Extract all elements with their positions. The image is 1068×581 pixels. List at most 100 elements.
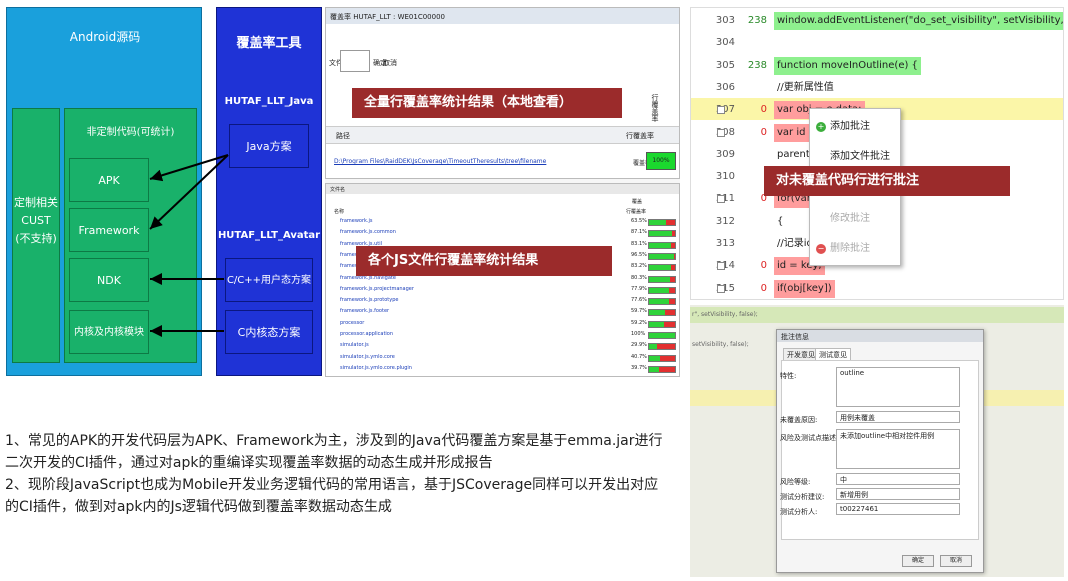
analyst-label: 测试分析人: <box>780 508 818 516</box>
file-row-name[interactable]: framework.js.projectmanager <box>340 286 414 292</box>
file-row-bar <box>648 219 676 226</box>
file-row-bar <box>648 252 676 260</box>
hit-count: 238 <box>747 15 767 26</box>
line-checkbox[interactable] <box>717 106 725 115</box>
coverage-column-header: 行覆盖率 <box>626 132 654 140</box>
risk-desc-textarea[interactable]: 未添加outline中相对控件用例 <box>836 429 960 469</box>
description-point-2: 2、现阶段JavaScript也成为Mobile开发业务逻辑代码的常用语言，基于… <box>5 477 659 515</box>
bg-code-text-1: r", setVisibility, false); <box>692 311 758 318</box>
coverage-bar: 100% <box>646 152 676 170</box>
line-number: 311 <box>715 193 735 205</box>
hit-count: 0 <box>760 193 767 205</box>
file-row-bar <box>648 354 676 362</box>
risk-desc-label: 风险及测试点描述: <box>780 434 839 442</box>
file-row-bar-fill <box>649 344 657 350</box>
line-number: 310 <box>715 171 735 183</box>
hit-count: 238 <box>747 59 767 71</box>
report-table-header: 路径 行覆盖率 <box>326 126 679 144</box>
file-row-bar <box>648 332 676 339</box>
file-row-coverage: 59.2% <box>631 319 647 326</box>
file-row-name[interactable]: simulator.js <box>340 342 369 348</box>
file-row-coverage: 87.1% <box>631 229 647 236</box>
file-row-name[interactable]: processor <box>340 320 364 326</box>
file-row-name[interactable]: framework.js <box>340 218 373 224</box>
feature-textarea[interactable]: outline <box>836 367 960 407</box>
file-row-bar-fill <box>649 355 660 361</box>
delete-icon: − <box>816 244 826 254</box>
file-row-name[interactable]: simulator.js.ymlo.core <box>340 354 395 360</box>
hit-count: 0 <box>760 260 767 272</box>
file-row-coverage: 59.7% <box>631 308 647 315</box>
file-row-coverage: 83.1% <box>631 240 647 247</box>
file-row-bar-fill <box>649 242 671 248</box>
code-text[interactable]: function moveInOutline(e) { <box>774 56 921 75</box>
file-row-bar-fill <box>649 220 666 225</box>
line-checkbox[interactable] <box>717 262 725 271</box>
hit-count: 0 <box>760 104 767 116</box>
files-ratio-header: 行覆盖率 <box>626 209 647 215</box>
line-checkbox[interactable] <box>717 284 725 293</box>
edit-annotation-item[interactable]: 修改批注 <box>830 209 870 224</box>
dialog-cancel-button[interactable]: 取消 <box>940 555 972 567</box>
line-checkbox[interactable] <box>717 128 725 137</box>
architecture-diagram: Android源码 定制相关 CUST (不支持) 非定制代码(可统计) APK… <box>6 7 322 376</box>
line-number: 312 <box>715 215 735 227</box>
file-row-bar <box>648 230 676 238</box>
file-row-bar-fill <box>649 333 675 338</box>
file-row-name[interactable]: framework.js.common <box>340 229 396 235</box>
full-coverage-banner: 全量行覆盖率统计结果（本地查看） <box>352 88 622 118</box>
risk-level-label: 风险等级: <box>780 478 811 486</box>
report-path-link[interactable]: D:\Program Files\RaidDEK\JsCoverage\Time… <box>334 158 546 165</box>
file-row-name[interactable]: framework.js.footer <box>340 308 389 314</box>
code-text[interactable]: { <box>774 213 786 231</box>
file-row-coverage: 77.9% <box>631 285 647 292</box>
description: 1、常见的APK的开发代码层为APK、Framework为主，涉及到的Java代… <box>5 430 670 518</box>
file-coverage-window: 文件名 覆盖 名称 行覆盖率 framework.js 63.5% framewor… <box>325 183 680 377</box>
code-text[interactable]: if(obj[key]) <box>774 279 835 298</box>
per-file-coverage-banner: 各个JS文件行覆盖率统计结果 <box>356 246 612 276</box>
files-coverage-header: 覆盖 <box>632 199 643 205</box>
file-row-coverage: 63.5% <box>631 218 647 224</box>
analysis-label: 测试分析建议: <box>780 493 825 501</box>
analysis-select[interactable]: 新增用例 <box>836 488 960 500</box>
coverage-report-panel: 覆盖率 HUTAF_LLT : WE01C00000 文件名 确定 取消 全量行… <box>325 7 680 377</box>
add-icon: + <box>816 122 826 132</box>
feature-label: 特性: <box>780 372 797 380</box>
description-point-1: 1、常见的APK的开发代码层为APK、Framework为主，涉及到的Java代… <box>5 433 663 471</box>
file-row-name[interactable]: framework.js.prototype <box>340 297 398 303</box>
file-row-coverage: 96.5% <box>631 251 647 258</box>
delete-annotation-item[interactable]: − 删除批注 <box>816 239 870 254</box>
line-number: 305 <box>715 59 735 71</box>
file-row-name[interactable]: processor.application <box>340 331 393 337</box>
file-row-bar-fill <box>649 253 675 259</box>
line-number: 315 <box>715 282 735 294</box>
arrows <box>149 154 229 337</box>
annotation-dialog-area: r", setVisibility, false); setVisibility… <box>690 305 1064 577</box>
file-name-input[interactable] <box>340 50 370 72</box>
add-annotation-label: 添加批注 <box>830 121 870 132</box>
add-annotation-item[interactable]: + 添加批注 <box>816 117 870 132</box>
line-number: 314 <box>715 260 735 272</box>
add-file-annotation-item[interactable]: 添加文件批注 <box>830 147 890 162</box>
reason-select[interactable]: 用例未覆盖 <box>836 411 960 423</box>
file-row-bar-fill <box>649 321 665 327</box>
report-window-title: 覆盖率 HUTAF_LLT : WE01C00000 <box>326 8 679 24</box>
code-text[interactable]: //更新属性值 <box>774 79 837 97</box>
analyst-input[interactable]: t00227461 <box>836 503 960 515</box>
bg-code-text-2: setVisibility, false); <box>692 341 749 348</box>
file-row-bar-fill <box>649 299 670 305</box>
file-row-bar-fill <box>649 231 672 237</box>
dialog-title: 批注信息 <box>777 330 983 342</box>
file-row-bar <box>648 320 676 328</box>
delete-annotation-label: 删除批注 <box>830 243 870 254</box>
line-checkbox[interactable] <box>717 195 725 204</box>
reason-label: 未覆盖原因: <box>780 416 818 424</box>
file-row-bar <box>648 343 676 351</box>
file-row-coverage: 39.7% <box>631 364 647 371</box>
cancel-link[interactable]: 取消 <box>383 58 397 68</box>
dialog-ok-button[interactable]: 确定 <box>902 555 934 567</box>
code-text[interactable]: window.addEventListener("do_set_visibili… <box>774 12 1063 30</box>
file-row-name[interactable]: simulator.js.ymlo.core.plugin <box>340 365 412 371</box>
risk-level-select[interactable]: 中 <box>836 473 960 485</box>
path-column-header: 路径 <box>336 132 350 140</box>
